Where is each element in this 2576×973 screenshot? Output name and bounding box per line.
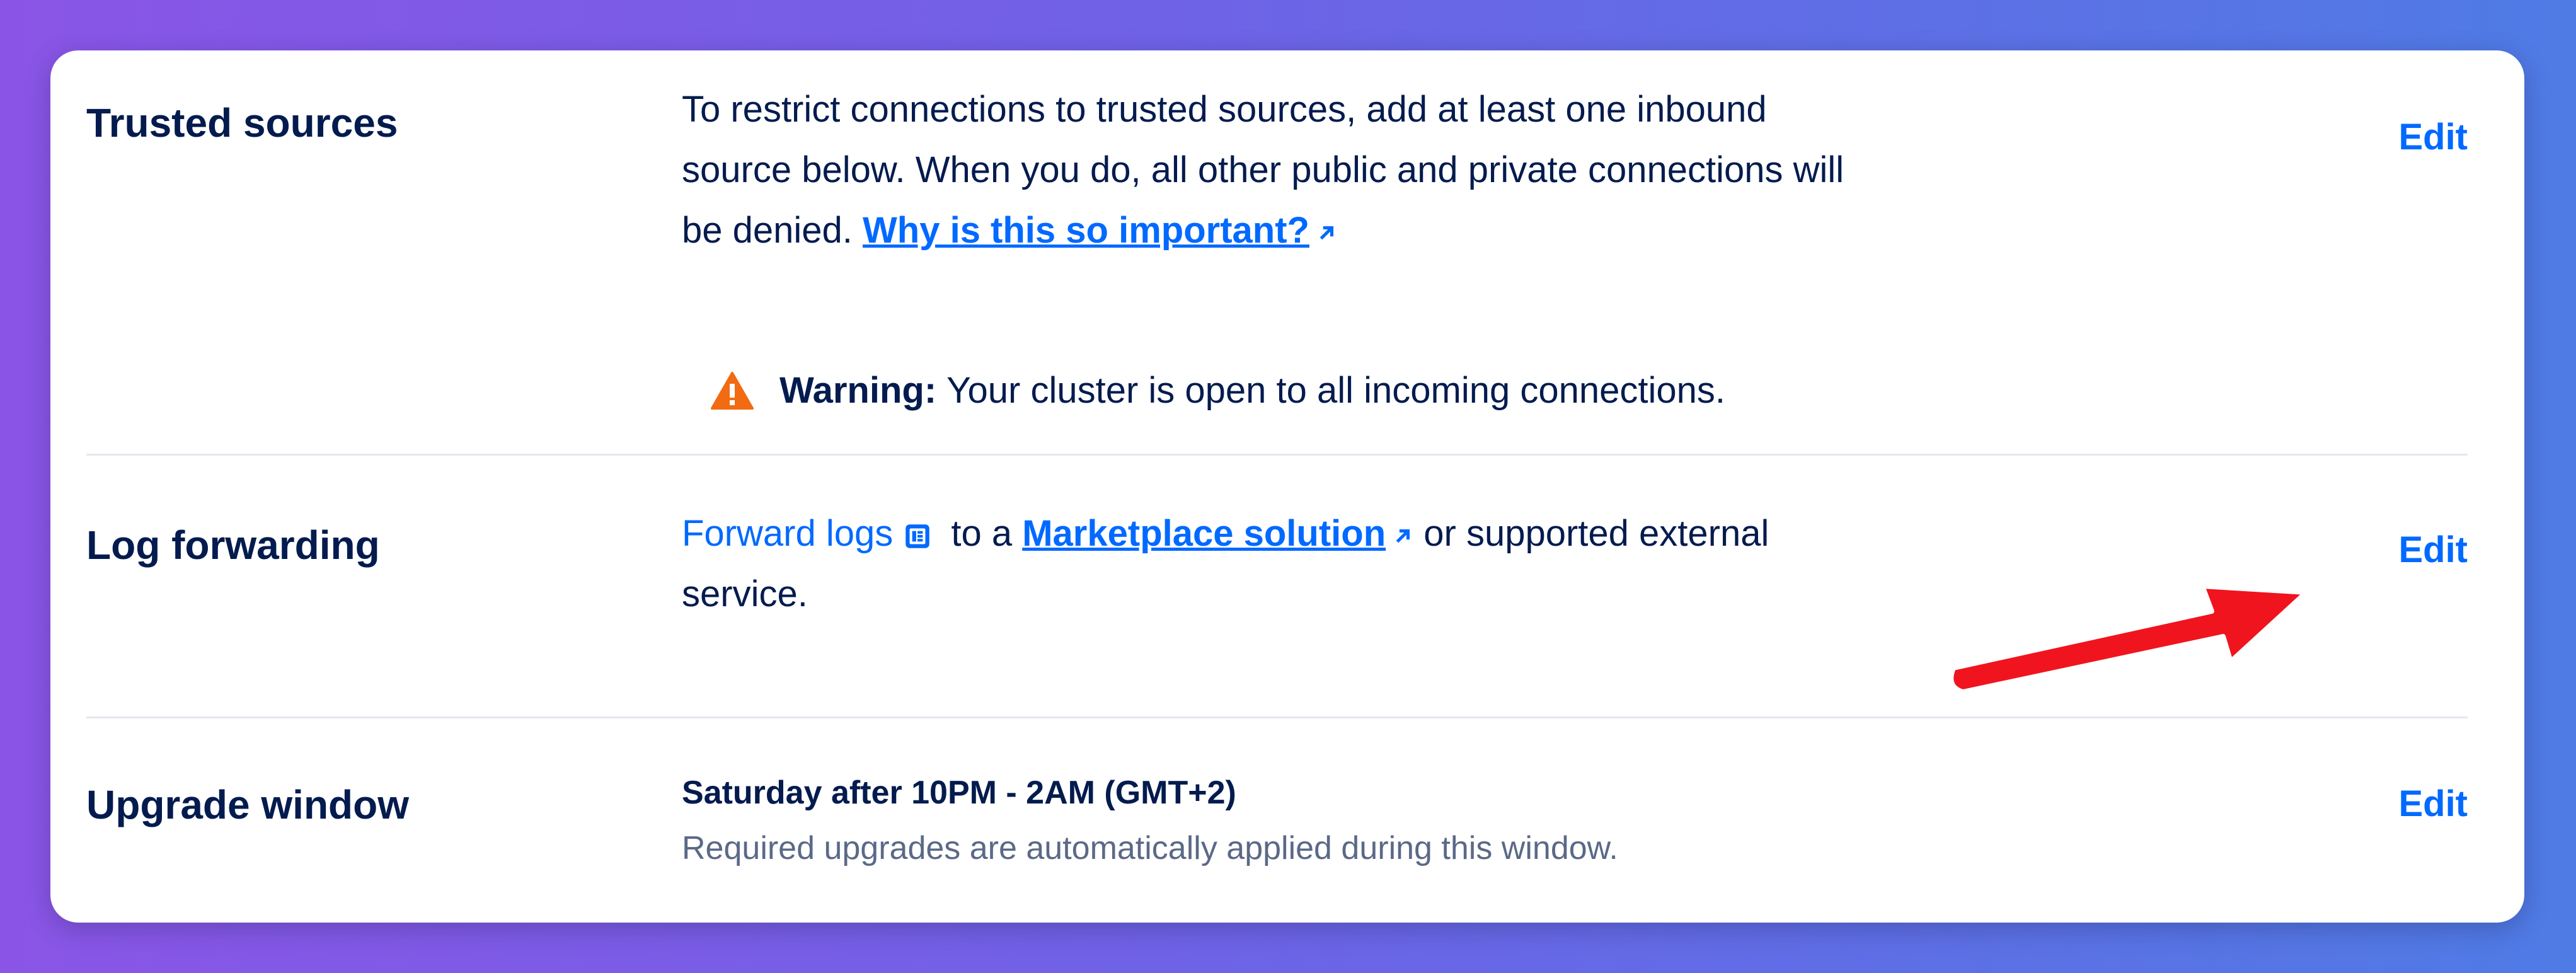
annotation-arrow-icon <box>1948 584 2309 693</box>
warning-triangle-icon <box>711 372 754 410</box>
trusted-sources-description: To restrict connections to trusted sourc… <box>682 79 1866 261</box>
log-forwarding-middle-text: to a <box>941 513 1023 554</box>
upgrade-window-schedule: Saturday after 10PM - 2AM (GMT+2) <box>682 774 1236 811</box>
external-link-icon <box>1396 529 1410 543</box>
cluster-warning: Warning: Your cluster is open to all inc… <box>710 366 1725 416</box>
settings-card: Trusted sources To restrict connections … <box>50 50 2524 923</box>
warning-text: Your cluster is open to all incoming con… <box>946 370 1726 411</box>
upgrade-window-edit-button[interactable]: Edit <box>2398 783 2468 825</box>
log-forwarding-edit-button[interactable]: Edit <box>2398 529 2468 571</box>
log-forwarding-description: Forward logs to a Marketplace solution o… <box>682 504 1866 625</box>
trusted-sources-edit-button[interactable]: Edit <box>2398 116 2468 158</box>
log-forwarding-heading: Log forwarding <box>86 522 380 568</box>
trusted-sources-section: Trusted sources To restrict connections … <box>86 50 2468 456</box>
external-link-icon <box>1320 226 1334 239</box>
document-icon <box>906 524 929 548</box>
warning-label: Warning: <box>779 370 937 411</box>
marketplace-solution-link-label: Marketplace solution <box>1022 513 1386 554</box>
why-important-link-label: Why is this so important? <box>863 210 1309 251</box>
upgrade-window-description: Required upgrades are automatically appl… <box>682 830 1618 866</box>
why-important-link[interactable]: Why is this so important? <box>863 210 1309 251</box>
upgrade-window-heading: Upgrade window <box>86 782 409 827</box>
marketplace-solution-link[interactable]: Marketplace solution <box>1022 513 1386 554</box>
forward-logs-link[interactable]: Forward logs <box>682 513 893 554</box>
trusted-sources-heading: Trusted sources <box>86 100 398 146</box>
upgrade-window-section: Upgrade window Saturday after 10PM - 2AM… <box>86 718 2468 923</box>
